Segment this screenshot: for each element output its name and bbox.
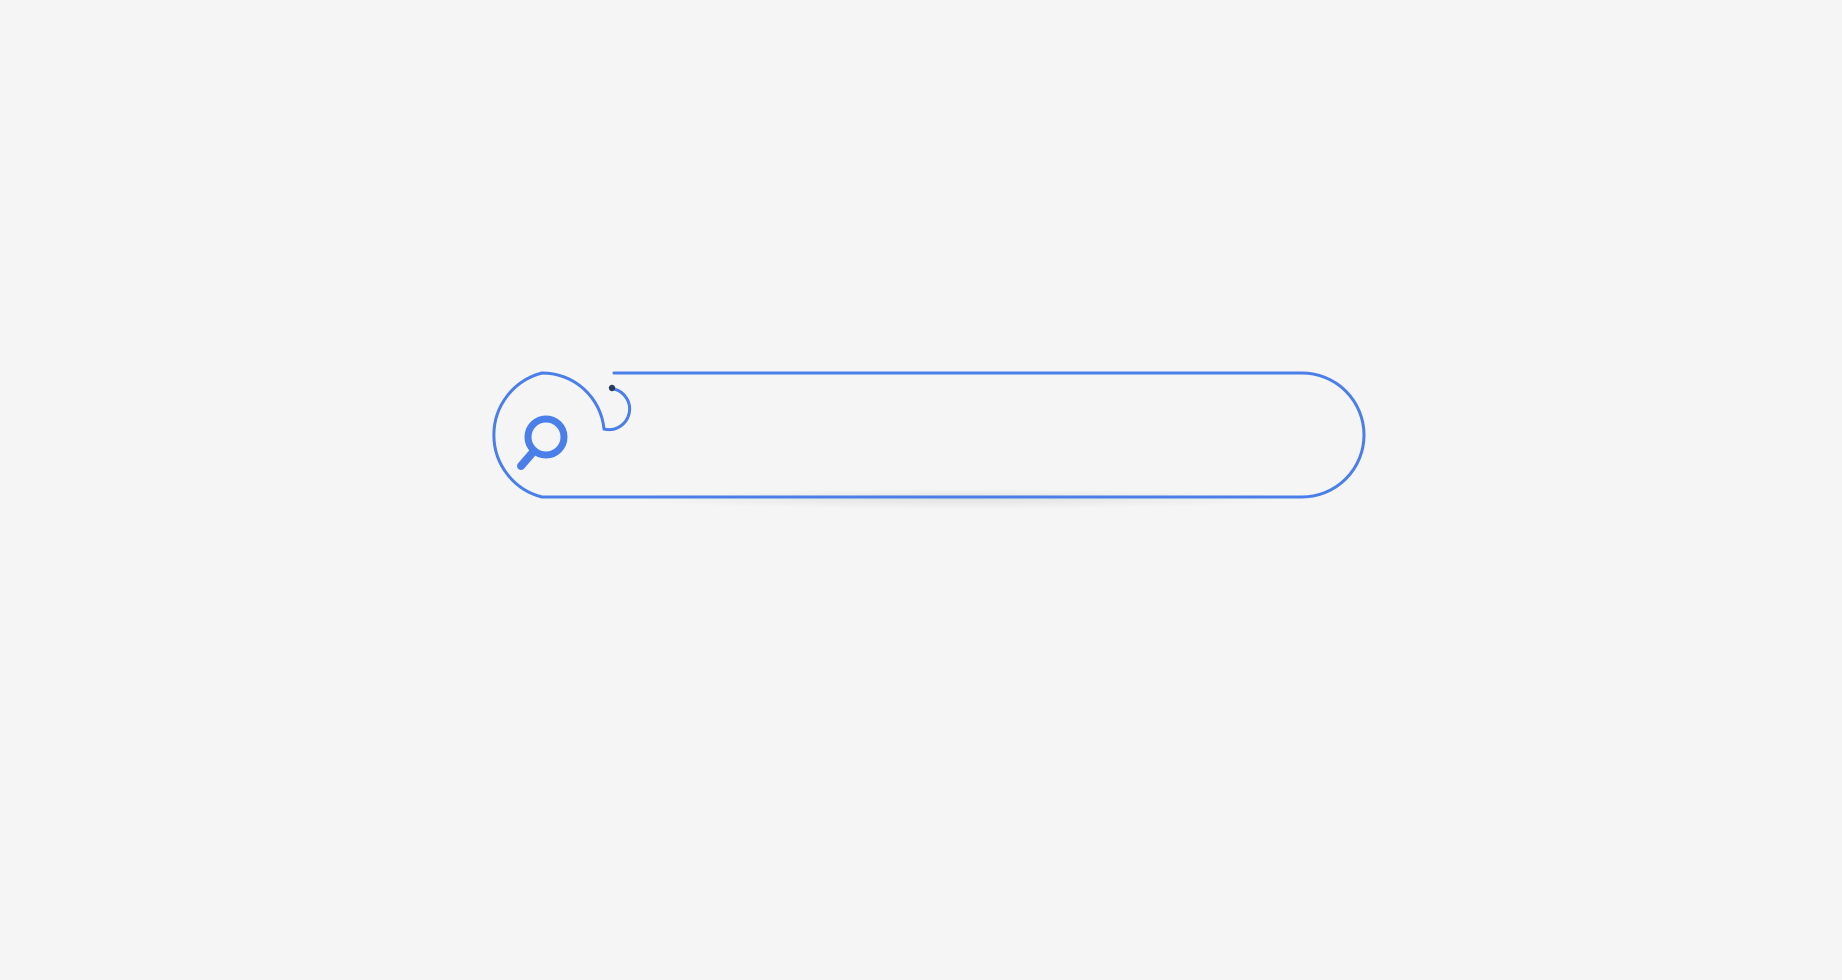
- search-input[interactable]: [626, 389, 1296, 481]
- search-bar: [476, 371, 1366, 499]
- search-icon[interactable]: [512, 411, 574, 473]
- search-shadow: [616, 489, 1306, 509]
